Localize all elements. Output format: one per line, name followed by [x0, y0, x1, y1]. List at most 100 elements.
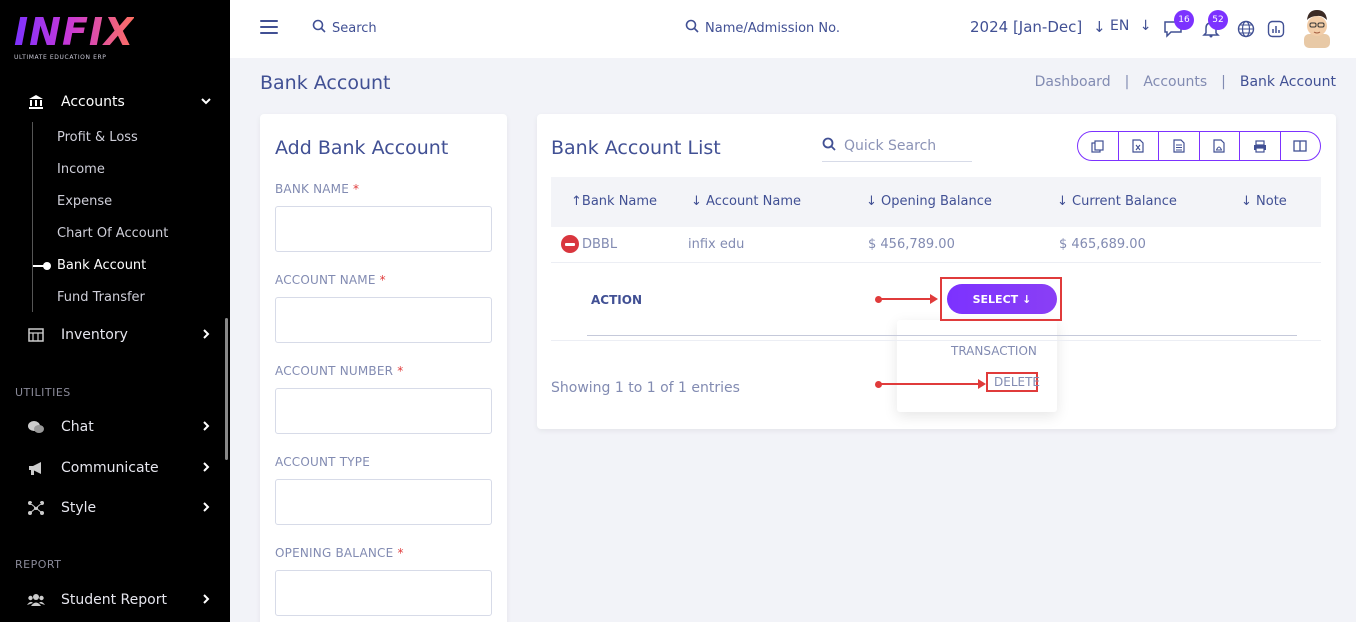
list-title: Bank Account List [551, 137, 721, 159]
sidebar-item-label: Style [61, 500, 97, 516]
megaphone-icon [27, 459, 45, 477]
brand-name: INFIX [14, 10, 135, 54]
sidebar-item-label: Inventory [61, 327, 128, 343]
year-value: 2024 [Jan-Dec] [970, 18, 1083, 36]
arrow-down-icon: ↓ [1093, 18, 1106, 36]
language-select[interactable]: EN ↓ [1110, 18, 1152, 34]
chat-icon [27, 418, 45, 436]
lang-value: EN [1110, 18, 1130, 34]
csv-icon[interactable] [1159, 132, 1200, 160]
select-button[interactable]: SELECT ↓ [947, 284, 1057, 314]
breadcrumb-bank-account[interactable]: Bank Account [1240, 74, 1336, 90]
account-name-label: ACCOUNT NAME * [275, 273, 386, 287]
top-search[interactable]: Search [312, 19, 377, 37]
bank-name-input[interactable] [275, 206, 492, 252]
search-icon [822, 137, 836, 155]
excel-icon[interactable] [1119, 132, 1159, 160]
brand-logo[interactable]: INFIX ULTIMATE EDUCATION ERP [14, 12, 134, 61]
sidebar-item-style[interactable]: Style [0, 493, 230, 523]
hamburger-menu-icon[interactable] [260, 20, 278, 34]
sort-down-icon: ↓ [1241, 194, 1257, 209]
sidebar-item-communicate[interactable]: Communicate [0, 453, 230, 483]
cell-account-name: infix edu [688, 237, 745, 252]
pdf-icon[interactable] [1200, 132, 1240, 160]
inventory-icon [27, 326, 45, 344]
collapse-row-icon[interactable] [561, 235, 579, 253]
col-account-name[interactable]: ↓ Account Name [691, 194, 801, 209]
name-search-label: Name/Admission No. [705, 20, 840, 36]
style-icon [27, 499, 45, 517]
sidebar-item-accounts[interactable]: Accounts [0, 87, 230, 117]
bank-account-list-card: Bank Account List Quick Search ↑Bank Nam… [537, 114, 1336, 429]
annotation-arrow-head [930, 294, 938, 304]
sidebar-item-label: Chat [61, 419, 94, 435]
quick-search-input[interactable]: Quick Search [822, 130, 972, 162]
chevron-right-icon [201, 420, 211, 434]
chevron-right-icon [201, 593, 211, 607]
col-current-balance[interactable]: ↓ Current Balance [1057, 194, 1177, 209]
sidebar-subitem-fund-transfer[interactable]: Fund Transfer [57, 290, 145, 305]
avatar[interactable] [1302, 6, 1332, 48]
section-utilities: UTILITIES [15, 386, 71, 399]
cell-bank-name: DBBL [582, 237, 618, 252]
analytics-icon[interactable] [1265, 18, 1287, 40]
section-report: REPORT [15, 558, 62, 571]
copy-icon[interactable] [1078, 132, 1119, 160]
columns-icon[interactable] [1281, 132, 1321, 160]
sidebar-subitem-profit-loss[interactable]: Profit & Loss [57, 130, 138, 145]
breadcrumb-separator: | [1221, 74, 1226, 90]
bank-name-label: BANK NAME * [275, 182, 360, 196]
annotation-arrow-head [978, 379, 986, 389]
sidebar-item-label: Student Report [61, 592, 167, 608]
add-bank-account-card: Add Bank Account BANK NAME * ACCOUNT NAM… [260, 114, 507, 622]
col-opening-balance[interactable]: ↓ Opening Balance [866, 194, 992, 209]
sort-down-icon: ↓ [691, 194, 707, 209]
sort-up-icon: ↑ [571, 194, 582, 209]
breadcrumb-dashboard[interactable]: Dashboard [1035, 74, 1111, 90]
account-type-label: ACCOUNT TYPE [275, 455, 370, 469]
dropdown-item-delete[interactable]: DELETE [994, 375, 1040, 389]
academic-year-select[interactable]: 2024 [Jan-Dec] ↓ [970, 18, 1106, 36]
print-icon[interactable] [1240, 132, 1281, 160]
account-number-input[interactable] [275, 388, 492, 434]
sidebar: INFIX ULTIMATE EDUCATION ERP Accounts Pr… [0, 0, 230, 622]
sidebar-item-inventory[interactable]: Inventory [0, 320, 230, 350]
sidebar-subitem-bank-account[interactable]: Bank Account [57, 258, 146, 273]
users-icon [27, 591, 45, 609]
select-highlight-box: SELECT ↓ [940, 277, 1062, 321]
globe-icon[interactable] [1235, 18, 1257, 40]
sidebar-subitem-income[interactable]: Income [57, 162, 105, 177]
account-type-input[interactable] [275, 479, 492, 525]
col-bank-name[interactable]: ↑Bank Name [571, 194, 657, 209]
name-admission-search[interactable]: Name/Admission No. [685, 19, 840, 37]
arrow-down-icon: ↓ [1022, 292, 1032, 306]
sort-down-icon: ↓ [1057, 194, 1073, 209]
chevron-right-icon [201, 461, 211, 475]
cell-opening-balance: $ 456,789.00 [868, 237, 955, 252]
bank-icon [27, 93, 45, 111]
account-name-input[interactable] [275, 297, 492, 343]
export-toolbar [1077, 131, 1321, 161]
search-icon [312, 19, 326, 37]
account-number-label: ACCOUNT NUMBER * [275, 364, 404, 378]
opening-balance-input[interactable] [275, 570, 492, 616]
table-info: Showing 1 to 1 of 1 entries [551, 380, 740, 396]
search-icon [685, 19, 699, 37]
top-search-label: Search [332, 20, 377, 36]
sidebar-subitem-expense[interactable]: Expense [57, 194, 112, 209]
sidebar-item-student-report[interactable]: Student Report [0, 585, 230, 615]
sidebar-item-chat[interactable]: Chat [0, 412, 230, 442]
chat-badge: 16 [1174, 10, 1194, 30]
sidebar-item-label: Accounts [61, 94, 125, 110]
breadcrumb-separator: | [1124, 74, 1130, 90]
select-button-label: SELECT [972, 292, 1019, 306]
cell-current-balance: $ 465,689.00 [1059, 237, 1146, 252]
annotation-arrow-line [879, 298, 931, 300]
breadcrumb: Dashboard | Accounts | Bank Account [1035, 74, 1336, 90]
breadcrumb-accounts[interactable]: Accounts [1143, 74, 1207, 90]
sidebar-subitem-chart-of-account[interactable]: Chart Of Account [57, 226, 168, 241]
notification-badge: 52 [1208, 10, 1228, 30]
dropdown-item-transaction[interactable]: TRANSACTION [951, 344, 1037, 358]
annotation-arrow-line [879, 383, 979, 385]
col-note[interactable]: ↓ Note [1241, 194, 1287, 209]
